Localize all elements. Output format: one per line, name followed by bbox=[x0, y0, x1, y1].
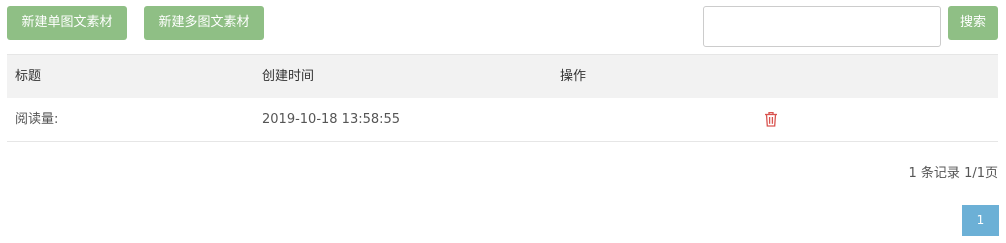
table-header: 标题 创建时间 操作 bbox=[7, 54, 998, 98]
trash-icon[interactable] bbox=[764, 111, 778, 127]
new-single-article-button[interactable]: 新建单图文素材 bbox=[7, 6, 127, 40]
search-button[interactable]: 搜索 bbox=[948, 6, 998, 40]
table-row: 阅读量: 2019-10-18 13:58:55 bbox=[7, 98, 998, 142]
header-actions: 操作 bbox=[560, 69, 587, 84]
new-multi-article-button[interactable]: 新建多图文素材 bbox=[144, 6, 264, 40]
search-input[interactable] bbox=[703, 6, 941, 47]
page-button-current[interactable]: 1 bbox=[962, 205, 999, 236]
materials-table: 标题 创建时间 操作 阅读量: 2019-10-18 13:58:55 bbox=[7, 54, 998, 142]
row-title: 阅读量: bbox=[15, 112, 59, 127]
row-created-time: 2019-10-18 13:58:55 bbox=[262, 112, 401, 127]
header-created-time: 创建时间 bbox=[262, 69, 315, 84]
header-title: 标题 bbox=[15, 69, 42, 84]
record-summary: 1 条记录 1/1页 bbox=[908, 166, 998, 181]
